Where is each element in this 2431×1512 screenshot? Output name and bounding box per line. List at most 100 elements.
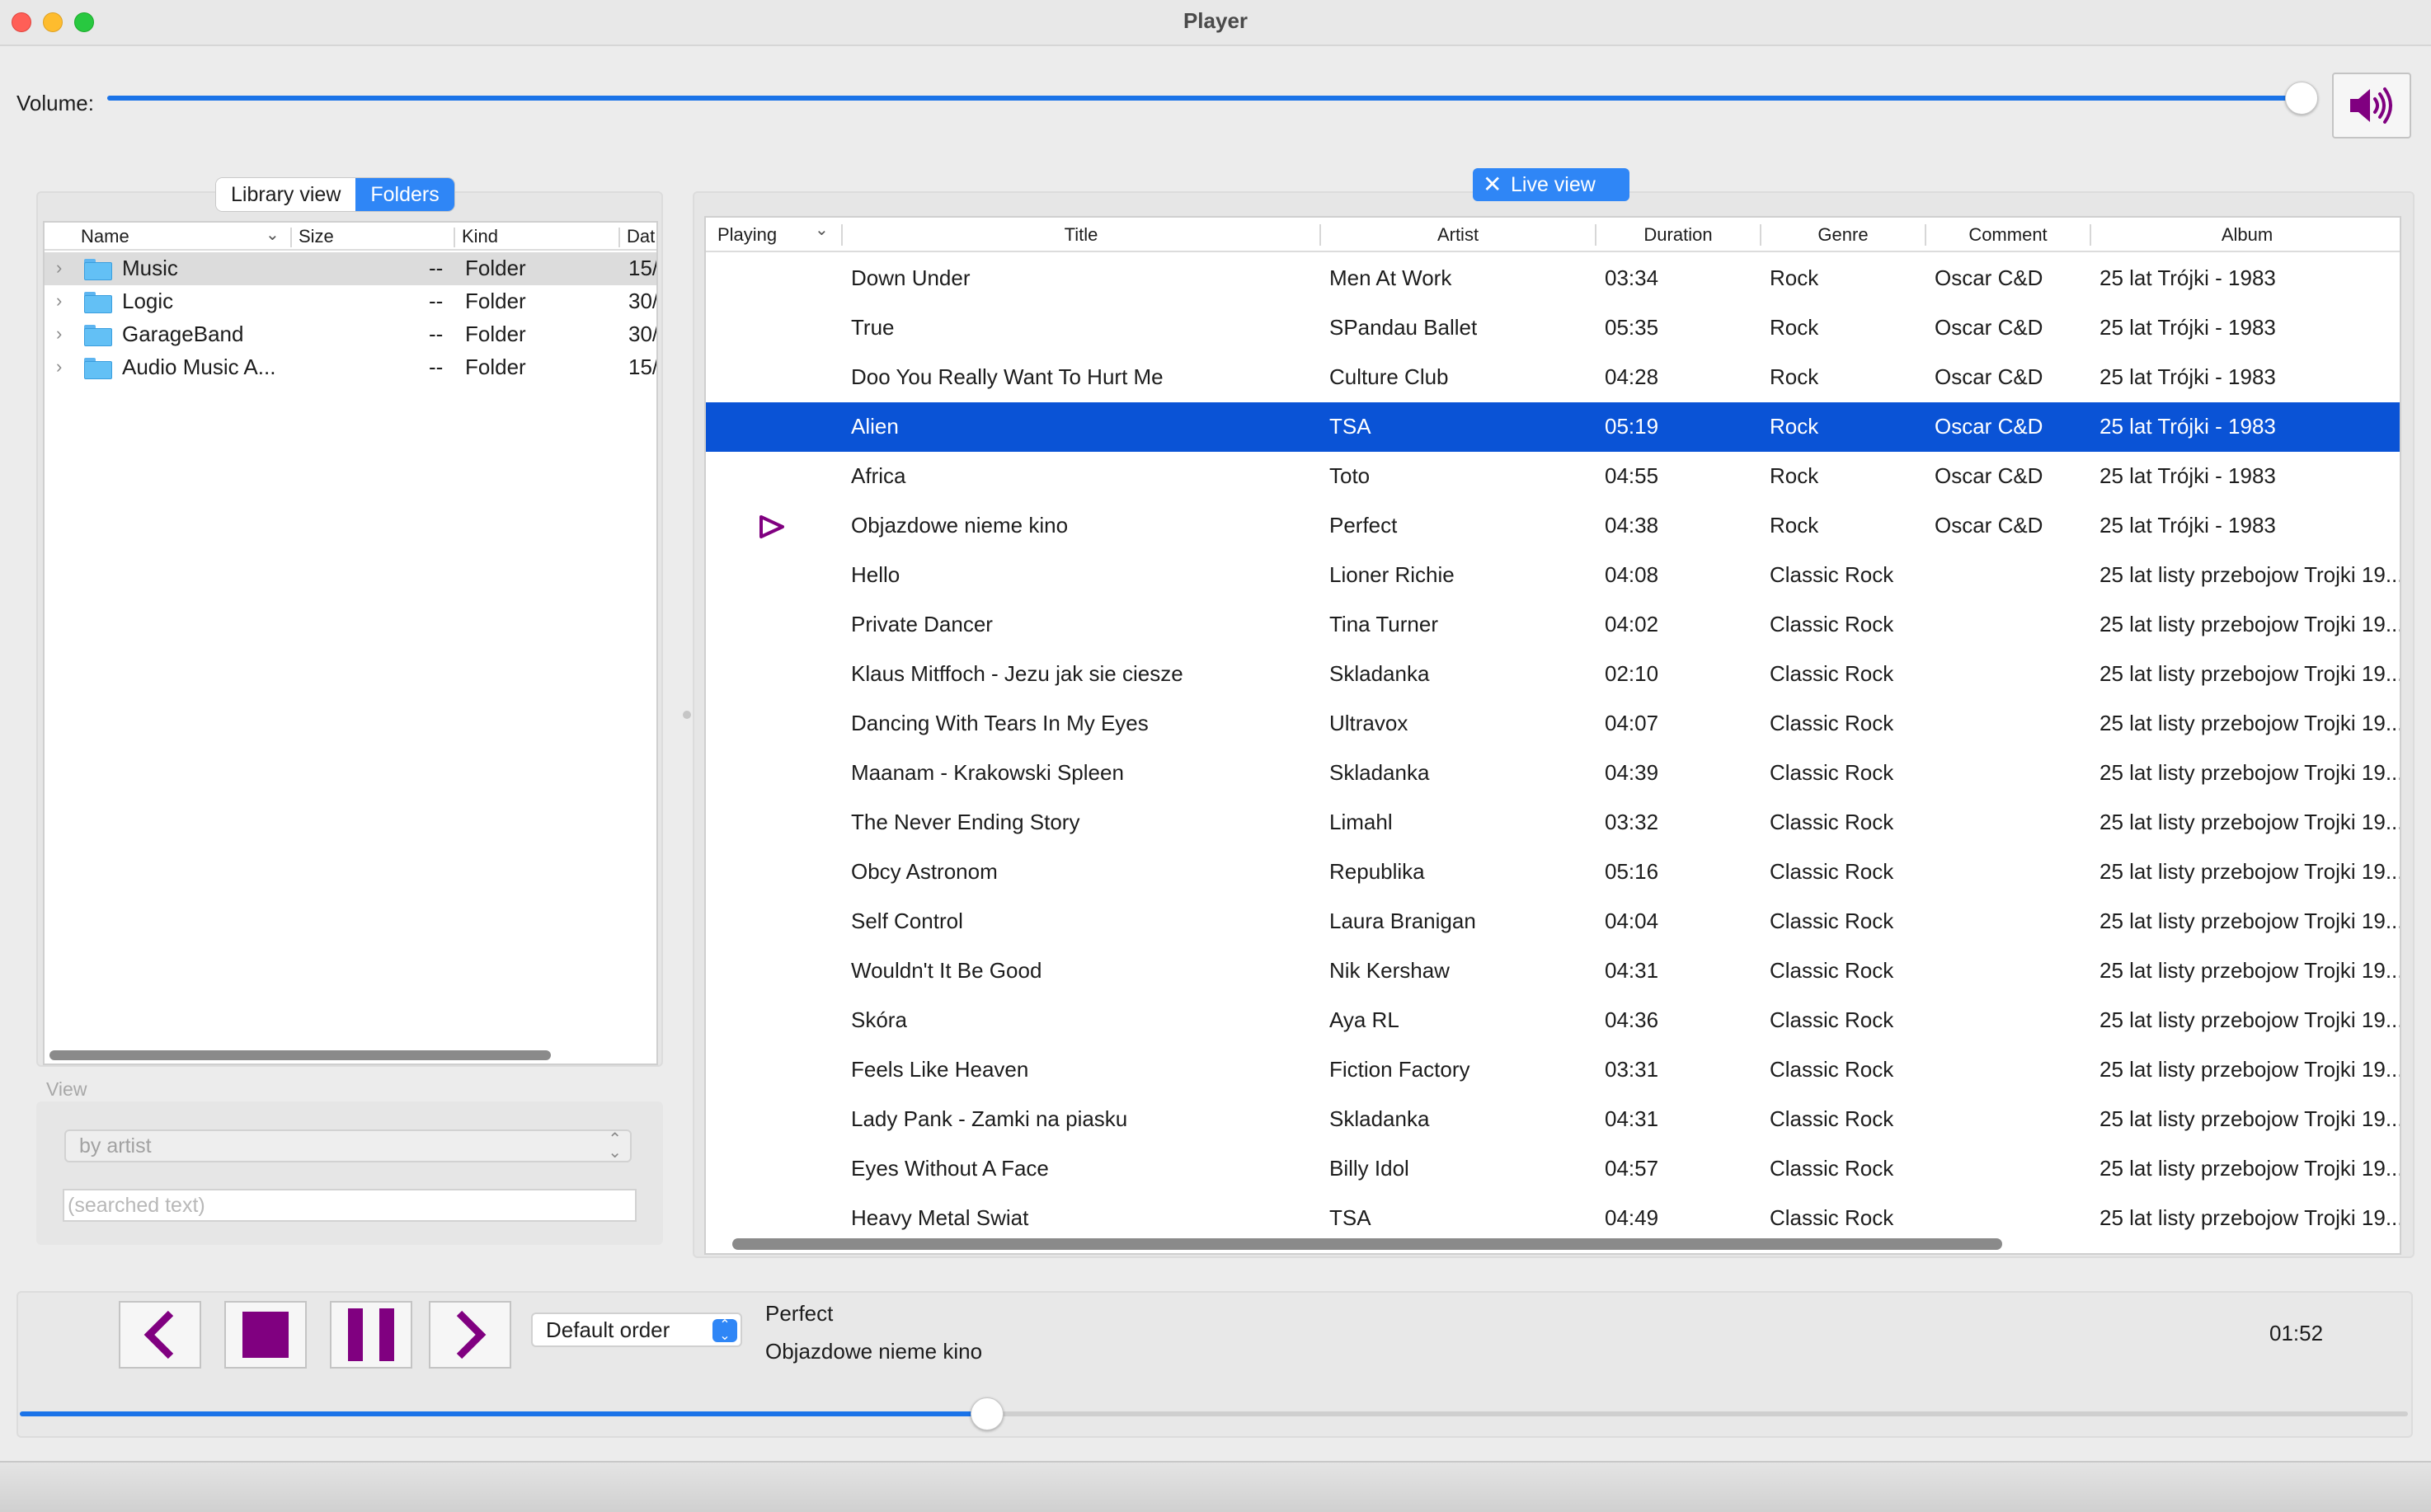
folder-row[interactable]: › Logic -- Folder 30/ [45, 285, 656, 318]
track-row[interactable]: Lady Pank - Zamki na piasku Skladanka 04:3… [706, 1095, 2400, 1144]
chevron-right-icon[interactable]: › [56, 356, 62, 378]
track-row[interactable]: True SPandau Ballet 05:35 Rock Oscar C&D 25 l… [706, 303, 2400, 353]
track-artist: Men At Work [1329, 265, 1452, 290]
track-album: 25 lat listy przebojow Trojki 19... [2100, 760, 2401, 785]
track-row[interactable]: Africa Toto 04:55 Rock Oscar C&D 25 lat Trójk… [706, 452, 2400, 501]
horizontal-scrollbar[interactable] [49, 1050, 551, 1060]
live-view-button[interactable]: ✕ Live view [1473, 168, 1629, 201]
volume-slider-fill [107, 96, 2302, 101]
track-title: Hello [851, 562, 900, 587]
seek-slider-knob[interactable] [970, 1397, 1004, 1430]
tab-folders[interactable]: Folders [355, 178, 454, 211]
track-duration: 03:31 [1605, 1057, 1659, 1082]
track-album: 25 lat listy przebojow Trojki 19... [2100, 909, 2401, 933]
column-header-comment[interactable]: Comment [1926, 224, 2090, 246]
now-playing-artist: Perfect [765, 1301, 834, 1326]
play-order-select[interactable]: Default order ⌃ ⌄ [531, 1312, 742, 1347]
volume-slider-knob[interactable] [2284, 82, 2318, 115]
track-album: 25 lat Trójki - 1983 [2100, 265, 2276, 290]
view-by-select[interactable]: by artist ⌃ ⌄ [64, 1129, 632, 1162]
tab-library-view[interactable]: Library view [216, 178, 356, 211]
track-artist: Republika [1329, 859, 1425, 884]
track-row[interactable]: Self Control Laura Branigan 04:04 Classic R… [706, 897, 2401, 946]
track-album: 25 lat listy przebojow Trojki 19... [2100, 1205, 2401, 1230]
track-genre: Classic Rock [1770, 1057, 1894, 1082]
column-header-genre[interactable]: Genre [1761, 224, 1925, 246]
track-comment: Oscar C&D [1935, 414, 2043, 439]
track-row[interactable]: Wouldn't It Be Good Nik Kershaw 04:31 Class… [706, 946, 2400, 996]
track-title: Heavy Metal Swiat [851, 1205, 1029, 1230]
track-row[interactable]: Obcy Astronom Republika 05:16 Classic Rock 2… [706, 848, 2400, 897]
column-header-playing[interactable]: Playing [717, 224, 777, 246]
folder-name: GarageBand [122, 322, 244, 346]
column-header-duration[interactable]: Duration [1596, 224, 1760, 246]
track-row[interactable]: Hello Lioner Richie 04:08 Classic Rock 25 la… [706, 551, 2400, 600]
track-album: 25 lat Trójki - 1983 [2100, 364, 2276, 389]
track-artist: Skladanka [1329, 760, 1430, 785]
track-row[interactable]: Skóra Aya RL 04:36 Classic Rock 25 lat listy… [706, 996, 2400, 1045]
column-header-album[interactable]: Album [2091, 224, 2400, 246]
track-artist: TSA [1329, 1205, 1371, 1230]
column-header-name[interactable]: Name [81, 226, 129, 247]
track-duration: 05:19 [1605, 414, 1659, 439]
track-title: True [851, 315, 895, 340]
volume-label: Volume: [16, 91, 94, 115]
chevron-down-icon[interactable]: ⌄ [266, 224, 280, 245]
previous-track-button[interactable] [119, 1301, 201, 1369]
track-row[interactable]: The Never Ending Story Limahl 03:32 Classic… [706, 798, 2400, 848]
stop-button[interactable] [224, 1301, 307, 1369]
track-duration: 04:49 [1605, 1205, 1659, 1230]
column-divider[interactable] [290, 228, 292, 247]
folder-icon [84, 358, 112, 379]
folder-row[interactable]: › GarageBand -- Folder 30/ [45, 318, 656, 351]
chevron-right-icon[interactable]: › [56, 290, 62, 312]
chevron-right-icon [456, 1310, 487, 1359]
track-row[interactable]: Objazdowe nieme kino Perfect 04:38 Rock Osca… [706, 501, 2400, 551]
view-section-label: View [46, 1078, 87, 1100]
track-album: 25 lat listy przebojow Trojki 19... [2100, 1057, 2401, 1082]
track-duration: 04:02 [1605, 612, 1659, 636]
column-divider[interactable] [454, 228, 455, 247]
folder-kind: Folder [465, 355, 526, 379]
folder-icon [84, 292, 112, 313]
column-header-artist[interactable]: Artist [1321, 224, 1595, 246]
split-view-handle[interactable] [683, 711, 691, 719]
horizontal-scrollbar[interactable] [732, 1238, 2002, 1250]
track-row[interactable]: Heavy Metal Swiat TSA 04:49 Classic Rock 25 … [706, 1194, 2401, 1243]
track-row[interactable]: Eyes Without A Face Billy Idol 04:57 Classi… [706, 1144, 2400, 1194]
track-genre: Rock [1770, 463, 1819, 488]
search-input[interactable]: (searched text) [63, 1189, 637, 1222]
folder-row[interactable]: › Audio Music A... -- Folder 15/ [45, 351, 656, 384]
track-row[interactable]: Dancing With Tears In My Eyes Ultravox 04:… [706, 699, 2400, 749]
folder-browser-header: Name ⌄ Size Kind Dat [45, 223, 656, 251]
chevron-right-icon[interactable]: › [56, 257, 62, 279]
column-header-title[interactable]: Title [843, 224, 1319, 246]
track-genre: Rock [1770, 513, 1819, 538]
mute-button[interactable] [2332, 73, 2411, 139]
folder-row[interactable]: › Music -- Folder 15/ [45, 252, 656, 285]
track-row[interactable]: Doo You Really Want To Hurt Me Culture Cl… [706, 353, 2400, 402]
column-header-date[interactable]: Dat [627, 226, 655, 247]
next-track-button[interactable] [429, 1301, 511, 1369]
track-title: Klaus Mitffoch - Jezu jak sie ciesze [851, 661, 1183, 686]
track-row[interactable]: Private Dancer Tina Turner 04:02 Classic Ro… [706, 600, 2400, 650]
chevron-right-icon[interactable]: › [56, 323, 62, 345]
pause-button[interactable] [330, 1301, 412, 1369]
track-row[interactable]: Feels Like Heaven Fiction Factory 03:31 Cla… [706, 1045, 2401, 1095]
column-divider[interactable] [618, 228, 620, 247]
folder-size: -- [429, 289, 444, 313]
column-header-kind[interactable]: Kind [462, 226, 498, 247]
column-header-size[interactable]: Size [299, 226, 334, 247]
folder-browser: Name ⌄ Size Kind Dat › Music -- Folder 15/ › L… [43, 221, 658, 1065]
track-genre: Classic Rock [1770, 1156, 1894, 1181]
chevron-down-icon[interactable]: ⌄ [815, 219, 829, 240]
track-row[interactable]: Down Under Men At Work 03:34 Rock Oscar C&D 2… [706, 254, 2400, 303]
track-row[interactable]: Maanam - Krakowski Spleen Skladanka 04:39 C… [706, 749, 2401, 798]
up-down-chevron-icon: ⌃ ⌄ [712, 1319, 737, 1343]
track-row[interactable]: Klaus Mitffoch - Jezu jak sie ciesze Skla… [706, 650, 2401, 699]
track-genre: Classic Rock [1770, 612, 1894, 636]
track-row[interactable]: Alien TSA 05:19 Rock Oscar C&D 25 lat Trójki … [706, 402, 2400, 452]
status-bar [0, 1461, 2431, 1512]
track-album: 25 lat listy przebojow Trojki 19... [2100, 661, 2401, 686]
track-artist: TSA [1329, 414, 1371, 439]
